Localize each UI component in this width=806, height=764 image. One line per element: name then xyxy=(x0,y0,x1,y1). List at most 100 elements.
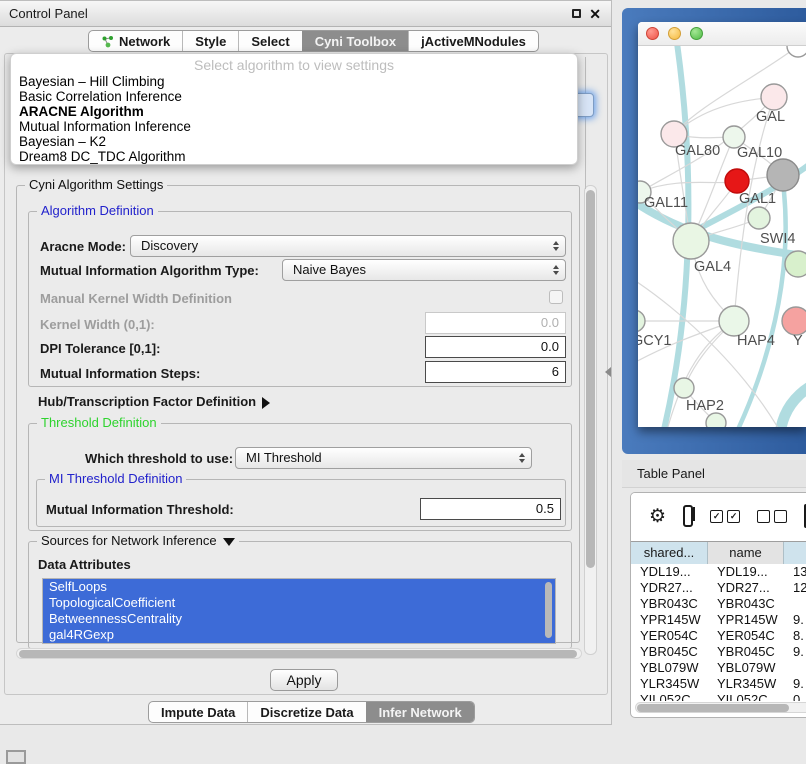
network-node[interactable] xyxy=(706,413,726,427)
gear-icon[interactable]: ⚙ xyxy=(649,507,666,526)
network-node-hap2[interactable] xyxy=(674,378,694,398)
network-graph: GALGAL80GAL10GAL11GAL1SWI4GAL4GCY1HAP4YH… xyxy=(638,46,806,427)
table-row[interactable]: YBL079WYBL079W xyxy=(631,660,806,676)
network-node[interactable] xyxy=(767,159,799,191)
table-cell: 8. xyxy=(784,628,806,644)
tab-jactivemnodules[interactable]: jActiveMNodules xyxy=(408,31,538,51)
tab-discretize-data[interactable]: Discretize Data xyxy=(247,702,365,722)
tab-infer-network[interactable]: Infer Network xyxy=(366,702,474,722)
network-node-gal[interactable] xyxy=(761,84,787,110)
deselect-all-checks-icon[interactable] xyxy=(757,510,787,523)
table-body[interactable]: YDL19...YDL19...13YDR27...YDR27...12YBR0… xyxy=(631,564,806,701)
panel-divider-handle[interactable] xyxy=(605,367,611,377)
apply-button[interactable]: Apply xyxy=(270,669,338,691)
manual-kernel-checkbox[interactable] xyxy=(549,290,563,304)
node-label: GAL11 xyxy=(644,195,688,211)
table-cell: YDR27... xyxy=(708,580,784,596)
list-scrollbar[interactable] xyxy=(545,582,552,638)
network-node-swi4[interactable] xyxy=(785,251,806,277)
network-node[interactable] xyxy=(725,169,749,193)
tab-style[interactable]: Style xyxy=(182,31,238,51)
float-window-icon[interactable] xyxy=(572,9,581,18)
which-threshold-combobox[interactable]: MI Threshold xyxy=(235,447,532,469)
aracne-mode-combobox[interactable]: Discovery xyxy=(130,235,566,257)
settings-horizontal-scrollbar[interactable] xyxy=(16,648,582,659)
table-cell: 9. xyxy=(784,612,806,628)
attribute-list-item[interactable]: TopologicalCoefficient xyxy=(43,595,555,611)
tab-label: Network xyxy=(119,34,170,49)
hub-definition-expander[interactable]: Hub/Transcription Factor Definition xyxy=(38,394,270,409)
algorithm-option[interactable]: Basic Correlation Inference xyxy=(11,89,577,104)
table-row[interactable]: YDL19...YDL19...13 xyxy=(631,564,806,580)
table-row[interactable]: YPR145WYPR145W9. xyxy=(631,612,806,628)
table-row[interactable]: YLR345WYLR345W9. xyxy=(631,676,806,692)
tab-select[interactable]: Select xyxy=(238,31,301,51)
close-icon[interactable]: ✕ xyxy=(589,6,601,22)
mi-threshold-field[interactable]: 0.5 xyxy=(420,498,561,520)
network-node-gal1[interactable] xyxy=(748,207,770,229)
tab-network[interactable]: Network xyxy=(89,31,182,51)
algorithm-option[interactable]: Mutual Information Inference xyxy=(11,119,577,134)
attribute-list-item[interactable]: gal4RGexp xyxy=(43,627,555,643)
kernel-width-label: Kernel Width (0,1): xyxy=(40,317,155,332)
network-node-y[interactable] xyxy=(782,307,806,335)
table-row[interactable]: YBR045CYBR045C9. xyxy=(631,644,806,660)
zoom-traffic-light[interactable] xyxy=(690,27,703,40)
network-window-titlebar xyxy=(638,22,806,46)
table-row[interactable]: YIL052CYIL052C0. xyxy=(631,692,806,701)
network-node-gcy1[interactable] xyxy=(638,310,645,332)
which-threshold-value: MI Threshold xyxy=(246,450,322,465)
mi-type-value: Naive Bayes xyxy=(293,262,366,277)
tab-cyni-toolbox[interactable]: Cyni Toolbox xyxy=(302,31,408,51)
column-header-next[interactable]: A xyxy=(784,542,806,564)
network-node[interactable] xyxy=(787,46,806,57)
network-node-gal4[interactable] xyxy=(673,223,709,259)
table-horizontal-scrollbar[interactable] xyxy=(635,702,806,713)
column-header-name[interactable]: name xyxy=(708,542,784,564)
scrollbar-thumb[interactable] xyxy=(637,704,789,712)
minimize-traffic-light[interactable] xyxy=(668,27,681,40)
table-cell: 0. xyxy=(784,692,806,701)
table-cell xyxy=(784,596,806,612)
node-label-group: GALGAL80GAL10GAL11GAL1SWI4GAL4GCY1HAP4YH… xyxy=(638,109,803,414)
tab-label: Select xyxy=(251,34,289,49)
table-cell: YDL19... xyxy=(708,564,784,580)
mi-steps-field[interactable]: 6 xyxy=(425,361,566,383)
scrollbar-thumb[interactable] xyxy=(586,190,595,568)
attribute-list-item[interactable]: BetweennessCentrality xyxy=(43,611,555,627)
mi-type-combobox[interactable]: Naive Bayes xyxy=(282,259,566,281)
algorithm-option[interactable]: Dream8 DC_TDC Algorithm xyxy=(11,149,577,164)
network-node-hap4[interactable] xyxy=(719,306,749,336)
kernel-width-field[interactable]: 0.0 xyxy=(425,312,566,334)
aracne-mode-label: Aracne Mode: xyxy=(40,239,126,254)
sources-collapse-header[interactable]: Sources for Network Inference xyxy=(37,533,239,548)
algorithm-option[interactable]: ARACNE Algorithm xyxy=(11,104,577,119)
settings-vertical-scrollbar[interactable] xyxy=(584,185,597,655)
checked-box-icon: ✓ xyxy=(710,510,723,523)
algorithm-dropdown-list: Bayesian – Hill ClimbingBasic Correlatio… xyxy=(11,74,577,164)
network-canvas[interactable]: GALGAL80GAL10GAL11GAL1SWI4GAL4GCY1HAP4YH… xyxy=(638,46,806,427)
tab-impute-data[interactable]: Impute Data xyxy=(149,702,247,722)
group-title: Algorithm Definition xyxy=(37,203,158,218)
table-header-row: shared... name A xyxy=(631,541,806,563)
table-row[interactable]: YER054CYER054C8. xyxy=(631,628,806,644)
scrollbar-thumb[interactable] xyxy=(19,650,577,658)
algorithm-option[interactable]: Bayesian – Hill Climbing xyxy=(11,74,577,89)
close-traffic-light[interactable] xyxy=(646,27,659,40)
network-view-frame: GALGAL80GAL10GAL11GAL1SWI4GAL4GCY1HAP4YH… xyxy=(638,22,806,427)
algorithm-option[interactable]: Bayesian – K2 xyxy=(11,134,577,149)
select-all-checks-icon[interactable]: ✓✓ xyxy=(710,510,740,523)
attribute-list-item[interactable]: SelfLoops xyxy=(43,579,555,595)
table-row[interactable]: YDR27...YDR27...12 xyxy=(631,580,806,596)
column-header-shared-name[interactable]: shared... xyxy=(631,542,708,564)
dpi-tolerance-field[interactable]: 0.0 xyxy=(425,336,566,358)
table-cell: YER054C xyxy=(631,628,708,644)
attr-items: SelfLoopsTopologicalCoefficientBetweenne… xyxy=(43,579,555,643)
columns-icon[interactable] xyxy=(683,505,693,527)
tab-label: Infer Network xyxy=(379,705,462,720)
control-panel-window: Control Panel ✕ Network Style Select Cyn… xyxy=(0,0,612,725)
table-cell: 9. xyxy=(784,676,806,692)
data-attributes-list[interactable]: SelfLoopsTopologicalCoefficientBetweenne… xyxy=(42,578,556,644)
table-row[interactable]: YBR043CYBR043C xyxy=(631,596,806,612)
aracne-mode-value: Discovery xyxy=(141,238,198,253)
